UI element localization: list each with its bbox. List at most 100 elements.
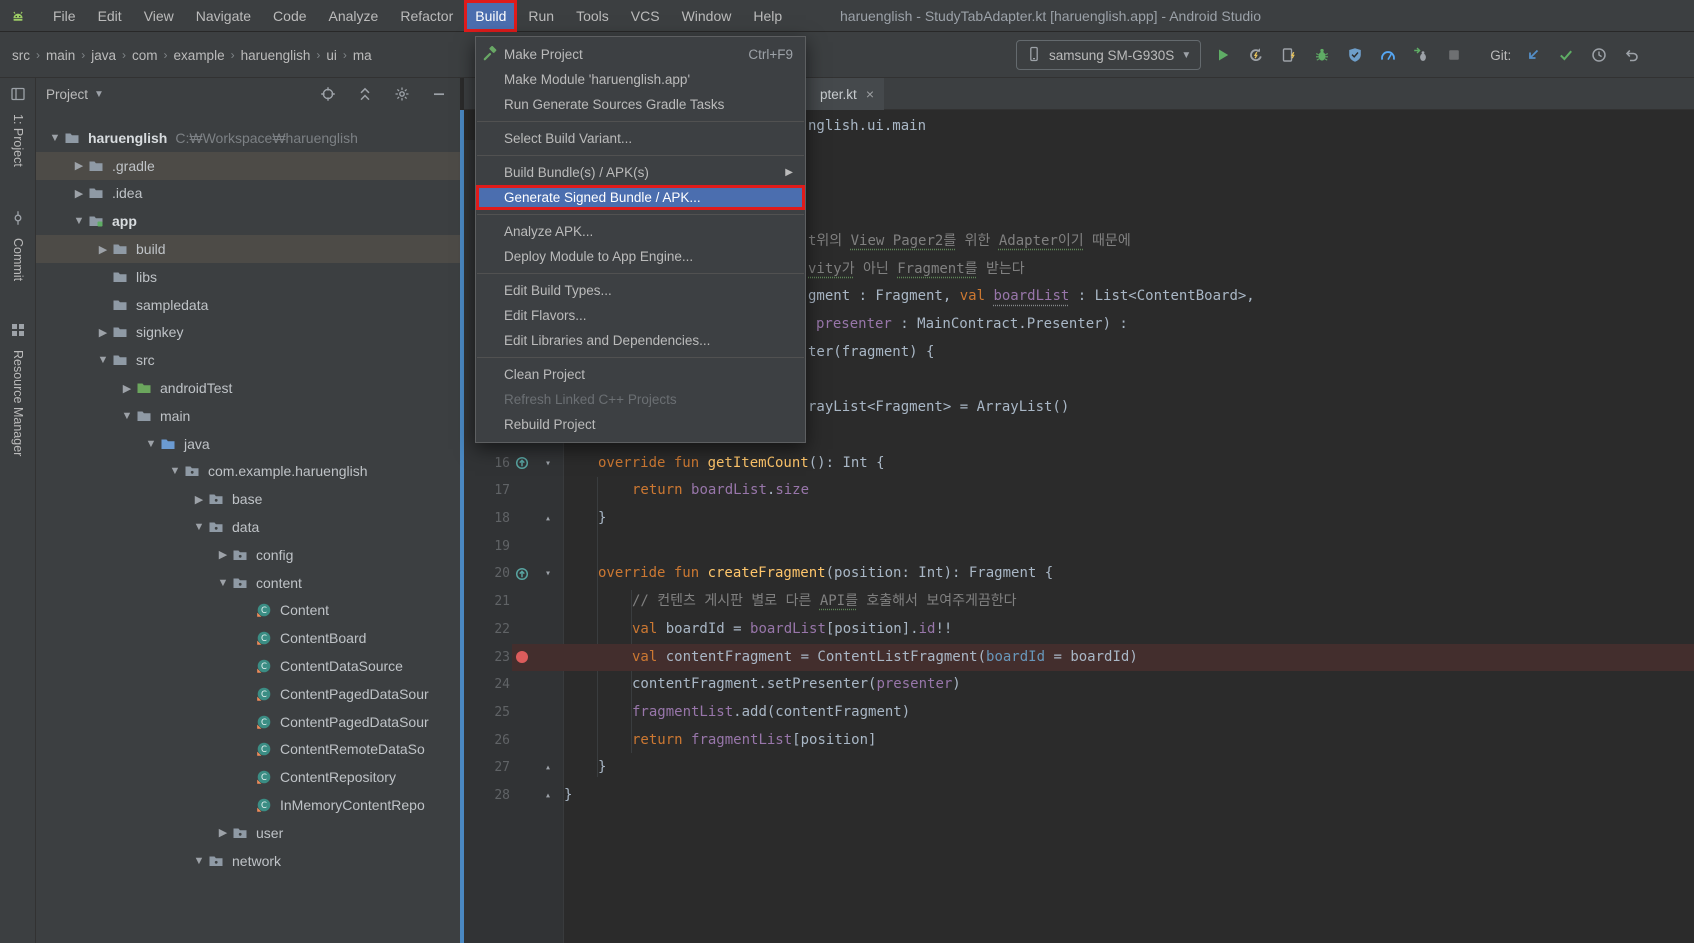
chevron-right-icon[interactable]: ▶ [118, 382, 136, 395]
breadcrumb-item[interactable]: example [174, 48, 225, 63]
apply-code-changes-button[interactable] [1278, 44, 1300, 66]
tree-item-ContentDataSource[interactable]: C ContentDataSource [36, 652, 460, 680]
chevron-right-icon[interactable]: ▶ [214, 548, 232, 561]
coverage-button[interactable] [1344, 44, 1366, 66]
stop-button[interactable] [1443, 44, 1465, 66]
profiler-button[interactable] [1377, 44, 1399, 66]
tree-item-InMemoryContentRepo[interactable]: C InMemoryContentRepo [36, 791, 460, 819]
menu-window[interactable]: Window [671, 0, 743, 32]
fold-marker-icon[interactable]: ▾ [540, 560, 556, 588]
tree-item-androidTest[interactable]: ▶ androidTest [36, 374, 460, 402]
breadcrumb-item[interactable]: java [91, 48, 116, 63]
tree-item-content[interactable]: ▼ content [36, 569, 460, 597]
tree-item-ContentRepository[interactable]: C ContentRepository [36, 763, 460, 791]
tool-stripe-resource-manager[interactable]: Resource Manager [0, 322, 36, 456]
menu-refactor[interactable]: Refactor [389, 0, 464, 32]
git-commit-button[interactable] [1555, 44, 1577, 66]
fold-marker-icon[interactable]: ▴ [540, 754, 556, 782]
menu-item-generate-signed-bundle-apk[interactable]: Generate Signed Bundle / APK... [476, 185, 805, 210]
hide-panel-button[interactable] [428, 83, 450, 105]
chevron-down-icon[interactable]: ▼ [190, 855, 208, 867]
breadcrumb-item[interactable]: main [46, 48, 75, 63]
chevron-right-icon[interactable]: ▶ [190, 493, 208, 506]
tree-item-ContentBoard[interactable]: C ContentBoard [36, 624, 460, 652]
project-view-selector[interactable]: Project [46, 87, 88, 102]
tree-item-ContentRemoteDataSo[interactable]: C ContentRemoteDataSo [36, 736, 460, 764]
menu-item-edit-flavors[interactable]: Edit Flavors... [476, 303, 805, 328]
settings-button[interactable] [391, 83, 413, 105]
chevron-down-icon[interactable]: ▼ [118, 410, 136, 422]
menu-tools[interactable]: Tools [565, 0, 620, 32]
tool-stripe-1-project[interactable]: 1: Project [0, 86, 36, 167]
menu-file[interactable]: File [42, 0, 87, 32]
chevron-down-icon[interactable]: ▼ [46, 132, 64, 144]
fold-marker-icon[interactable]: ▾ [540, 450, 556, 478]
tree-item-.gradle[interactable]: ▶ .gradle [36, 151, 460, 180]
git-update-button[interactable] [1522, 44, 1544, 66]
breadcrumb-item[interactable]: haruenglish [241, 48, 311, 63]
tree-item-ContentPagedDataSour[interactable]: C ContentPagedDataSour [36, 680, 460, 708]
menu-item-clean-project[interactable]: Clean Project [476, 362, 805, 387]
breakpoint-icon[interactable] [514, 649, 531, 666]
breadcrumb-item[interactable]: ui [326, 48, 337, 63]
tree-item-com.example.haruenglish[interactable]: ▼ com.example.haruenglish [36, 458, 460, 486]
chevron-down-icon[interactable]: ▼ [142, 438, 160, 450]
tree-item-data[interactable]: ▼ data [36, 513, 460, 541]
override-method-icon[interactable] [514, 566, 531, 583]
menu-run[interactable]: Run [517, 0, 565, 32]
menu-item-edit-build-types[interactable]: Edit Build Types... [476, 278, 805, 303]
debug-button[interactable] [1311, 44, 1333, 66]
menu-help[interactable]: Help [742, 0, 793, 32]
menu-item-build-bundle-s-apk-s[interactable]: Build Bundle(s) / APK(s) ▶ [476, 160, 805, 185]
breadcrumb-item[interactable]: com [132, 48, 158, 63]
tree-item-build[interactable]: ▶ build [36, 235, 460, 263]
menu-item-analyze-apk[interactable]: Analyze APK... [476, 219, 805, 244]
chevron-down-icon[interactable]: ▼ [190, 521, 208, 533]
menu-item-make-project[interactable]: Make Project Ctrl+F9 [476, 42, 805, 67]
chevron-right-icon[interactable]: ▶ [70, 159, 88, 172]
close-icon[interactable]: × [866, 86, 874, 102]
git-history-button[interactable] [1588, 44, 1610, 66]
fold-marker-icon[interactable]: ▴ [540, 782, 556, 810]
tree-item-config[interactable]: ▶ config [36, 541, 460, 569]
chevron-down-icon[interactable]: ▼ [166, 465, 184, 477]
attach-debugger-button[interactable] [1410, 44, 1432, 66]
run-button[interactable] [1212, 44, 1234, 66]
tree-item-libs[interactable]: libs [36, 263, 460, 291]
tree-item-main[interactable]: ▼ main [36, 402, 460, 430]
locate-button[interactable] [317, 83, 339, 105]
breadcrumb-item[interactable]: src [12, 48, 30, 63]
menu-item-select-build-variant[interactable]: Select Build Variant... [476, 126, 805, 151]
tree-item-sampledata[interactable]: sampledata [36, 291, 460, 319]
package-breadcrumb[interactable]: nglish.ui.main [808, 114, 926, 138]
tree-item-network[interactable]: ▼ network [36, 847, 460, 875]
chevron-down-icon[interactable]: ▼ [70, 215, 88, 227]
tree-item-user[interactable]: ▶ user [36, 819, 460, 847]
chevron-right-icon[interactable]: ▶ [70, 187, 88, 200]
menu-view[interactable]: View [133, 0, 185, 32]
tree-item-signkey[interactable]: ▶ signkey [36, 319, 460, 347]
menu-navigate[interactable]: Navigate [185, 0, 262, 32]
tree-item-java[interactable]: ▼ java [36, 430, 460, 458]
tree-item-src[interactable]: ▼ src [36, 346, 460, 374]
menu-item-make-module-haruenglish-app[interactable]: Make Module 'haruenglish.app' [476, 67, 805, 92]
menu-build[interactable]: Build [464, 0, 518, 32]
tree-item-ContentPagedDataSour[interactable]: C ContentPagedDataSour [36, 708, 460, 736]
menu-item-edit-libraries-and-dependencies[interactable]: Edit Libraries and Dependencies... [476, 328, 805, 353]
chevron-down-icon[interactable]: ▼ [94, 354, 112, 366]
tree-item-app[interactable]: ▼ app [36, 207, 460, 235]
chevron-right-icon[interactable]: ▶ [94, 243, 112, 256]
apply-changes-button[interactable] [1245, 44, 1267, 66]
tree-item-haruenglish[interactable]: ▼ haruenglish C:₩Workspace₩haruenglish [36, 124, 460, 152]
tree-item-base[interactable]: ▶ base [36, 485, 460, 513]
chevron-down-icon[interactable]: ▼ [214, 577, 232, 589]
menu-item-rebuild-project[interactable]: Rebuild Project [476, 412, 805, 437]
menu-item-run-generate-sources-gradle-tasks[interactable]: Run Generate Sources Gradle Tasks [476, 92, 805, 117]
chevron-right-icon[interactable]: ▶ [214, 826, 232, 839]
device-selector[interactable]: samsung SM-G930S ▼ [1016, 40, 1202, 70]
git-rollback-button[interactable] [1621, 44, 1643, 66]
override-method-icon[interactable] [514, 455, 531, 472]
menu-item-deploy-module-to-app-engine[interactable]: Deploy Module to App Engine... [476, 244, 805, 269]
menu-analyze[interactable]: Analyze [318, 0, 390, 32]
chevron-right-icon[interactable]: ▶ [94, 326, 112, 339]
